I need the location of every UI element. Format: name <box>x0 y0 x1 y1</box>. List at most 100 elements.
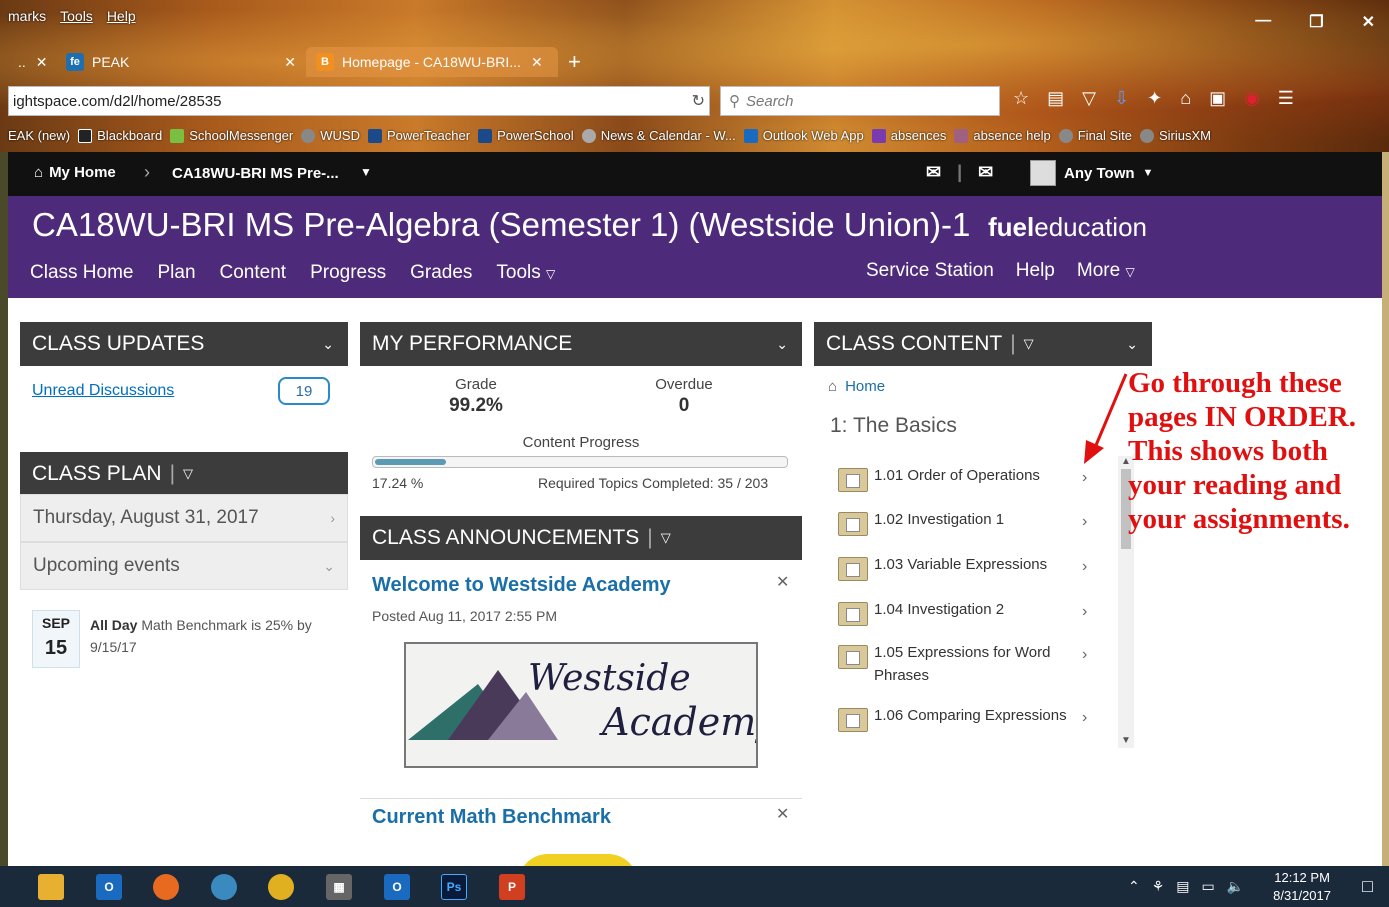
globe-icon[interactable] <box>211 874 237 900</box>
chevron-right-icon: › <box>1082 646 1088 663</box>
folder-icon <box>838 508 868 536</box>
windows-taskbar: O ▦ O Ps P ⌃ ⚘ ▤ ▭ 🔈 12:12 PM 8/31/2017 … <box>0 866 1389 907</box>
content-item[interactable]: 1.04 Investigation 2 › <box>838 598 1098 626</box>
bookmark-powerteacher[interactable]: PowerTeacher <box>367 128 470 143</box>
unread-count-badge[interactable]: 19 <box>278 377 330 405</box>
bookmark-blackboard[interactable]: Blackboard <box>78 128 162 143</box>
firefox-icon[interactable] <box>153 874 179 900</box>
westside-academy-logo: Westside Academy <box>404 642 758 768</box>
photoshop-icon[interactable]: Ps <box>441 874 467 900</box>
close-tab-icon[interactable]: ✕ <box>36 54 48 71</box>
content-home-link[interactable]: ⌂ Home <box>828 378 885 395</box>
notifications-icon[interactable]: ✉ <box>926 162 941 183</box>
close-tab-icon[interactable]: ✕ <box>531 54 543 71</box>
announcement-title[interactable]: Welcome to Westside Academy <box>372 574 671 597</box>
house-icon: ⌂ <box>34 164 44 181</box>
annotation-text: Go through these pages IN ORDER. This sh… <box>1128 367 1356 535</box>
bookmark-powerschool[interactable]: PowerSchool <box>478 128 574 143</box>
bookmark-final-site[interactable]: Final Site <box>1058 128 1132 143</box>
bookmark-peak[interactable]: EAK (new) <box>8 128 70 143</box>
my-performance-header[interactable]: MY PERFORMANCE ⌄ <box>360 322 802 366</box>
new-tab-button[interactable]: + <box>558 47 591 77</box>
search-input[interactable]: ⚲ Search <box>720 86 1000 116</box>
nav-tools[interactable]: Tools ▽ <box>496 262 555 284</box>
content-item[interactable]: 1.01 Order of Operations › <box>838 464 1098 492</box>
upcoming-events-row[interactable]: Upcoming events ⌄ <box>20 542 348 590</box>
display-icon[interactable]: ▭ <box>1202 878 1215 895</box>
outlook-icon[interactable]: O <box>96 874 122 900</box>
plan-date-row[interactable]: Thursday, August 31, 2017 › <box>20 494 348 542</box>
caret-down-icon: ▽ <box>546 267 556 281</box>
content-item[interactable]: 1.06 Comparing Expressions › <box>838 704 1098 732</box>
bookmark-news-calendar[interactable]: News & Calendar - W... <box>581 128 736 143</box>
bookmark-absences[interactable]: absences <box>871 128 946 143</box>
pinterest-icon[interactable]: ◉ <box>1244 88 1260 109</box>
bookmark-outlook[interactable]: Outlook Web App <box>743 128 864 143</box>
file-explorer-icon[interactable] <box>38 874 64 900</box>
close-icon[interactable]: ✕ <box>776 572 789 592</box>
restore-icon[interactable]: ❐ <box>1309 12 1323 32</box>
chevron-up-icon[interactable]: ⌃ <box>1128 878 1140 895</box>
tab-homepage[interactable]: B Homepage - CA18WU-BRI... ✕ <box>306 47 558 77</box>
menu-icon[interactable]: ☰ <box>1278 88 1294 109</box>
nav-class-home[interactable]: Class Home <box>30 262 133 284</box>
close-window-icon[interactable]: ✕ <box>1362 12 1375 32</box>
nav-more[interactable]: More ▽ <box>1077 260 1135 282</box>
nav-progress[interactable]: Progress <box>310 262 386 284</box>
reader-icon[interactable]: ▤ <box>1047 88 1064 109</box>
close-icon[interactable]: ✕ <box>776 804 789 824</box>
content-item[interactable]: 1.05 Expressions for Word Phrases › <box>838 641 1098 687</box>
extension-icon[interactable]: ✦ <box>1147 88 1162 109</box>
event-description[interactable]: All Day Math Benchmark is 25% by 9/15/17 <box>90 614 340 658</box>
unread-discussions-link[interactable]: Unread Discussions <box>32 382 174 400</box>
scroll-down-icon: ▼ <box>1121 735 1131 746</box>
bookmark-siriusxm[interactable]: SiriusXM <box>1139 128 1211 143</box>
powerpoint-icon[interactable]: P <box>499 874 525 900</box>
calculator-icon[interactable]: ▦ <box>326 874 352 900</box>
chrome-icon[interactable] <box>268 874 294 900</box>
tab-peak[interactable]: fe PEAK ✕ <box>56 47 306 77</box>
chat-icon[interactable]: ✉ <box>978 162 993 183</box>
announcement-title[interactable]: Current Math Benchmark <box>372 806 611 829</box>
minimize-icon[interactable]: — <box>1255 12 1271 32</box>
nav-help[interactable]: Help <box>1016 260 1055 282</box>
network-icon[interactable]: ⚘ <box>1152 878 1165 895</box>
class-plan-header[interactable]: CLASS PLAN | ▽ <box>20 452 348 496</box>
nav-service-station[interactable]: Service Station <box>866 260 994 282</box>
content-item[interactable]: 1.02 Investigation 1 › <box>838 508 1098 536</box>
outlook-icon[interactable]: O <box>384 874 410 900</box>
bookmark-schoolmessenger[interactable]: SchoolMessenger <box>170 128 293 143</box>
chevron-down-icon: ⌄ <box>323 557 335 574</box>
bookmark-wusd[interactable]: WUSD <box>301 128 360 143</box>
addon-icon[interactable]: ▣ <box>1209 88 1226 109</box>
close-tab-icon[interactable]: ✕ <box>284 54 296 71</box>
download-icon[interactable]: ⇩ <box>1114 88 1129 109</box>
user-menu[interactable]: Any Town ▼ <box>1030 160 1153 186</box>
menu-item-help[interactable]: Help <box>107 8 136 24</box>
volume-icon[interactable]: 🔈 <box>1227 878 1244 895</box>
forms-icon <box>871 128 886 143</box>
class-announcements-header[interactable]: CLASS ANNOUNCEMENTS | ▽ <box>360 516 802 560</box>
notification-center-icon[interactable]: □ <box>1362 876 1373 897</box>
system-clock[interactable]: 12:12 PM 8/31/2017 <box>1273 869 1331 905</box>
url-bar[interactable]: ightspace.com/d2l/home/28535 ↻ <box>8 86 710 116</box>
home-icon[interactable]: ⌂ <box>1180 88 1191 109</box>
chevron-right-icon: › <box>144 162 150 182</box>
reload-icon[interactable]: ↻ <box>692 91 705 111</box>
menu-item-bookmarks[interactable]: marks <box>8 8 46 24</box>
tab-previous[interactable]: .. ✕ <box>8 47 56 77</box>
class-content-header[interactable]: CLASS CONTENT | ▽ ⌄ <box>814 322 1152 366</box>
content-item[interactable]: 1.03 Variable Expressions › <box>838 553 1098 581</box>
menu-item-tools[interactable]: Tools <box>60 8 93 24</box>
bookmark-star-icon[interactable]: ☆ <box>1013 88 1029 109</box>
pocket-icon[interactable]: ▽ <box>1082 88 1096 109</box>
caret-down-icon[interactable]: ▼ <box>360 165 372 179</box>
my-home-link[interactable]: ⌂ My Home <box>34 164 116 181</box>
course-selector[interactable]: CA18WU-BRI MS Pre-... <box>172 165 339 182</box>
nav-grades[interactable]: Grades <box>410 262 472 284</box>
nav-content[interactable]: Content <box>220 262 287 284</box>
bookmark-absence-help[interactable]: absence help <box>954 128 1051 143</box>
class-updates-header[interactable]: CLASS UPDATES ⌄ <box>20 322 348 366</box>
nav-plan[interactable]: Plan <box>157 262 195 284</box>
battery-icon[interactable]: ▤ <box>1176 878 1189 895</box>
